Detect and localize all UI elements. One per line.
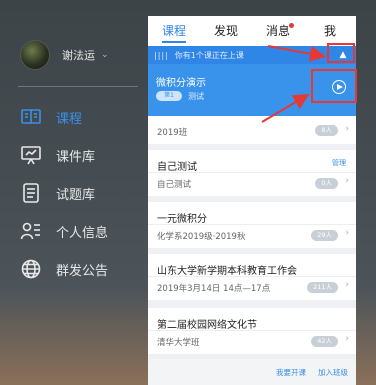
course-title: 第二届校园网络文化节 (157, 320, 257, 331)
top-tabs: 课程 发现 消息 我 (148, 16, 356, 46)
chevron-down-icon[interactable]: ⌄ (101, 50, 109, 60)
course-title: 自己测试 (157, 162, 197, 173)
course-card[interactable]: 山东大学新学期本科教育工作会 2019年3月14日 14点—17点 211人 › (148, 254, 356, 300)
sidebar-item-question-bank[interactable]: 试题库 (20, 174, 148, 212)
sidebar-item-label: 课件库 (56, 149, 96, 165)
course-subtitle: 测试 (188, 92, 204, 101)
course-card[interactable]: 自己测试 管理 自己测试 0人 › (148, 150, 356, 196)
sidebar: 谢法运 ⌄ 课程 课件库 试题库 个人信息 群发公告 (0, 0, 148, 385)
divider (18, 86, 138, 87)
divider (148, 224, 356, 225)
join-class-link[interactable]: 加入班级 (318, 367, 348, 378)
member-count-badge: 0人 (315, 178, 338, 189)
manage-link[interactable]: 管理 (332, 158, 346, 168)
presentation-board-icon (20, 144, 42, 166)
sidebar-item-label: 课程 (56, 111, 83, 127)
chevron-right-icon: › (345, 228, 349, 238)
person-card-icon (20, 220, 42, 242)
course-card[interactable]: 一元微积分 化学系2019级·2019秋 29人 › (148, 202, 356, 248)
member-count-badge: 29人 (311, 230, 338, 241)
divider (148, 276, 356, 277)
tab-messages[interactable]: 消息 (252, 16, 304, 46)
sidebar-item-label: 试题库 (56, 187, 96, 203)
course-subtitle: 2019班 (157, 128, 188, 138)
chevron-right-icon: › (345, 280, 349, 290)
course-card[interactable]: 第二届校园网络文化节 清华大学班 42人 › (148, 308, 356, 354)
sidebar-item-profile[interactable]: 个人信息 (20, 212, 148, 250)
profile[interactable]: 谢法运 ⌄ (20, 38, 140, 72)
signal-bars-icon: |||| (154, 50, 169, 60)
tab-courses[interactable]: 课程 (148, 16, 200, 46)
course-title: 微积分演示 (156, 78, 206, 89)
tab-label: 发现 (213, 24, 238, 38)
book-open-icon (20, 106, 42, 128)
member-count-badge: 211人 (307, 282, 338, 293)
divider (148, 330, 356, 331)
tab-me[interactable]: 我 (304, 16, 356, 46)
chevron-right-icon: › (345, 176, 349, 186)
status-badge: 第1 (156, 91, 182, 101)
sidebar-item-courseware[interactable]: 课件库 (20, 136, 148, 174)
divider (148, 172, 356, 173)
tab-label: 课程 (161, 24, 186, 38)
sidebar-item-label: 个人信息 (56, 225, 109, 241)
chevron-up-icon[interactable]: ▲ (336, 48, 350, 62)
live-class-bar[interactable]: |||| 你有1个课正在上课 ▲ (148, 46, 356, 64)
tab-label: 消息 (265, 24, 290, 38)
chevron-right-icon: › (345, 124, 349, 134)
sidebar-nav: 课程 课件库 试题库 个人信息 群发公告 (20, 98, 148, 288)
sidebar-item-courses[interactable]: 课程 (20, 98, 148, 136)
notification-dot (289, 23, 294, 28)
tab-label: 我 (323, 24, 336, 38)
member-count-badge: 8人 (315, 125, 338, 136)
sidebar-item-label: 群发公告 (56, 263, 109, 279)
chevron-right-icon: › (345, 334, 349, 344)
course-subtitle: 清华大学班 (157, 338, 200, 348)
sidebar-item-announcement[interactable]: 群发公告 (20, 250, 148, 288)
username: 谢法运 (62, 49, 95, 62)
avatar[interactable] (20, 40, 50, 70)
course-title: 山东大学新学期本科教育工作会 (157, 266, 297, 277)
course-subtitle: 2019年3月14日 14点—17点 (157, 284, 271, 294)
tab-discover[interactable]: 发现 (200, 16, 252, 46)
play-icon[interactable] (332, 80, 346, 94)
live-class-text: 你有1个课正在上课 (174, 50, 244, 60)
course-card[interactable]: 2019班 8人 › (148, 116, 356, 144)
panel-footer: 我要开课 加入班级 (148, 359, 356, 385)
course-panel: 课程 发现 消息 我 |||| 你有1个课正在上课 ▲ 微积分演示 第1 测试 … (148, 16, 356, 385)
member-count-badge: 42人 (311, 336, 338, 347)
live-course-card[interactable]: 微积分演示 第1 测试 (148, 64, 356, 116)
course-subtitle: 自己测试 (157, 180, 192, 190)
document-list-icon (20, 182, 42, 204)
course-subtitle: 化学系2019级·2019秋 (157, 232, 246, 242)
start-class-link[interactable]: 我要开课 (276, 367, 306, 378)
globe-icon (20, 258, 42, 280)
course-title: 一元微积分 (157, 214, 207, 225)
